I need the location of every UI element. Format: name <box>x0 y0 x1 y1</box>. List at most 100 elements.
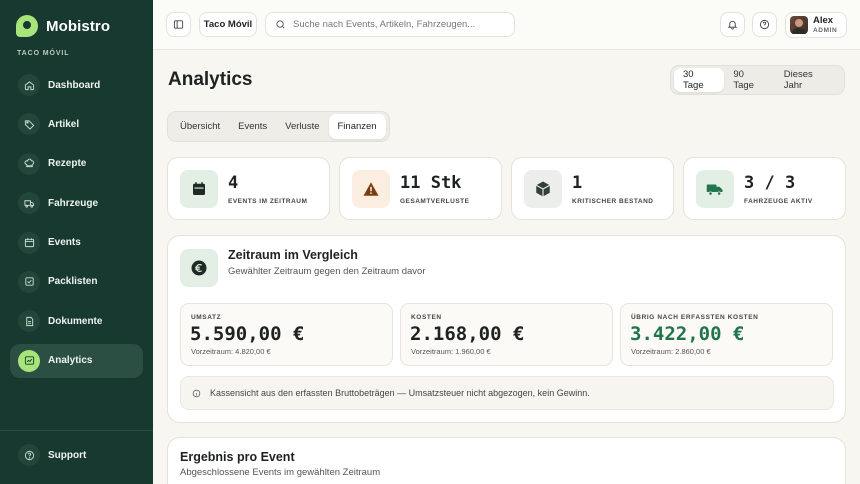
kpi-icon-box <box>524 170 562 208</box>
chef-icon <box>18 152 40 175</box>
kpi-label: EVENTS IM ZEITRAUM <box>228 198 308 205</box>
page-title: Analytics <box>168 69 253 90</box>
sidebar-item-events[interactable]: Events <box>10 226 143 260</box>
euro-icon <box>180 249 218 287</box>
metric-remaining: ÜBRIG NACH ERFASSTEN KOSTEN 3.422,00 € V… <box>620 303 833 366</box>
brand-name: Mobistro <box>46 17 111 35</box>
tab-finanzen[interactable]: Finanzen <box>328 114 386 139</box>
kpi-label: FAHRZEUGE AKTIV <box>744 198 813 205</box>
document-icon <box>18 310 40 333</box>
sidebar-item-label: Dashboard <box>48 79 101 91</box>
metric-previous: Vorzeitraum: 1.960,00 € <box>411 347 491 356</box>
home-icon <box>18 74 40 96</box>
notifications-button[interactable] <box>720 12 745 37</box>
sidebar-item-label: Packlisten <box>48 276 98 288</box>
truck-icon <box>18 192 40 215</box>
sidebar-item-analytics[interactable]: Analytics <box>10 343 143 378</box>
truck-icon <box>706 184 723 196</box>
metric-revenue: UMSATZ 5.590,00 € Vorzeitraum: 4.820,00 … <box>180 303 393 366</box>
search-box[interactable] <box>265 12 515 37</box>
kpi-value: 1 <box>572 173 583 193</box>
org-switcher-button[interactable]: Taco Móvil <box>199 12 257 37</box>
kpi-icon-box <box>352 170 390 208</box>
user-name: Alex <box>813 14 834 26</box>
user-role: ADMIN <box>813 26 838 34</box>
sidebar-item-rezepte[interactable]: Rezepte <box>10 147 143 181</box>
user-menu[interactable]: Alex ADMIN <box>785 12 847 38</box>
search-input[interactable] <box>293 19 503 30</box>
sidebar-divider <box>0 430 153 431</box>
support-label: Support <box>48 449 87 461</box>
kpi-card-vehicles: 3 / 3 FAHRZEUGE AKTIV <box>683 157 846 220</box>
kpi-card-critical-stock: 1 KRITISCHER BESTAND <box>511 157 674 220</box>
search-icon <box>276 20 285 29</box>
sidebar-item-label: Rezepte <box>48 158 87 170</box>
kpi-value: 4 <box>228 173 239 193</box>
sidebar-item-label: Fahrzeuge <box>48 197 99 209</box>
checklist-icon <box>18 270 40 293</box>
topbar: Taco Móvil Alex ADMIN <box>153 0 860 50</box>
metric-value: 2.168,00 € <box>410 323 525 345</box>
sidebar-item-packlisten[interactable]: Packlisten <box>10 265 143 299</box>
sidebar-item-fahrzeuge[interactable]: Fahrzeuge <box>10 186 143 220</box>
metric-costs: KOSTEN 2.168,00 € Vorzeitraum: 1.960,00 … <box>400 303 613 366</box>
range-option-30-days[interactable]: 30 Tage <box>674 68 725 92</box>
tab-verluste[interactable]: Verluste <box>276 114 328 139</box>
kpi-icon-box <box>180 170 218 208</box>
sidebar-item-label: Artikel <box>48 118 80 130</box>
sidebar-item-artikel[interactable]: Artikel <box>10 107 143 141</box>
results-title: Ergebnis pro Event <box>180 450 295 464</box>
note-text: Kassensicht aus den erfassten Bruttobetr… <box>210 388 590 398</box>
sidebar-item-label: Analytics <box>48 355 93 367</box>
warning-icon <box>363 182 379 196</box>
calendar-icon <box>18 231 40 254</box>
help-button[interactable] <box>752 12 777 37</box>
kpi-value: 3 / 3 <box>744 173 796 193</box>
cash-view-note: Kassensicht aus den erfassten Bruttobetr… <box>180 376 834 410</box>
help-icon <box>759 19 770 30</box>
metric-value: 3.422,00 € <box>630 323 745 345</box>
kpi-value: 11 Stk <box>400 173 462 193</box>
sidebar-item-dashboard[interactable]: Dashboard <box>10 68 143 102</box>
box-icon <box>535 181 551 197</box>
kpi-icon-box <box>696 170 734 208</box>
analytics-tabs: Übersicht Events Verluste Finanzen <box>167 111 390 142</box>
metric-previous: Vorzeitraum: 4.820,00 € <box>191 347 271 356</box>
tab-events[interactable]: Events <box>229 114 276 139</box>
kpi-label: GESAMTVERLUSTE <box>400 198 470 205</box>
chart-icon <box>18 349 40 372</box>
sidebar-item-label: Events <box>48 237 81 249</box>
metric-label: KOSTEN <box>411 314 442 321</box>
mobistro-logo-icon <box>16 15 38 37</box>
tab-uebersicht[interactable]: Übersicht <box>171 114 229 139</box>
sidebar-toggle-icon <box>173 20 184 29</box>
kpi-card-losses: 11 Stk GESAMTVERLUSTE <box>339 157 502 220</box>
results-subtitle: Abgeschlossene Events im gewählten Zeitr… <box>180 467 381 478</box>
brand[interactable]: Mobistro <box>16 15 110 37</box>
range-option-90-days[interactable]: 90 Tage <box>724 68 774 92</box>
calendar-icon <box>193 182 205 195</box>
sidebar-nav: Dashboard Artikel Rezepte Fahrzeuge Even… <box>10 68 143 383</box>
metric-label: ÜBRIG NACH ERFASSTEN KOSTEN <box>631 314 759 321</box>
help-icon <box>18 444 40 466</box>
toggle-sidebar-button[interactable] <box>166 12 191 37</box>
range-selector: 30 Tage 90 Tage Dieses Jahr <box>670 65 845 95</box>
bell-icon <box>727 20 738 30</box>
range-option-this-year[interactable]: Dieses Jahr <box>775 68 841 92</box>
period-comparison-card: Zeitraum im Vergleich Gewählter Zeitraum… <box>167 235 846 423</box>
kpi-card-events: 4 EVENTS IM ZEITRAUM <box>167 157 330 220</box>
results-per-event-card: Ergebnis pro Event Abgeschlossene Events… <box>167 437 846 484</box>
metric-label: UMSATZ <box>191 314 222 321</box>
sidebar-item-dokumente[interactable]: Dokumente <box>10 304 143 338</box>
sidebar: Mobistro TACO MÓVIL Dashboard Artikel Re… <box>0 0 153 484</box>
sidebar-item-label: Dokumente <box>48 315 103 327</box>
comparison-subtitle: Gewählter Zeitraum gegen den Zeitraum da… <box>228 266 426 277</box>
tag-icon <box>18 113 40 136</box>
kpi-label: KRITISCHER BESTAND <box>572 198 654 205</box>
avatar <box>790 16 808 34</box>
metric-value: 5.590,00 € <box>190 323 305 345</box>
comparison-title: Zeitraum im Vergleich <box>228 248 358 262</box>
user-info: Alex ADMIN <box>813 14 838 35</box>
sidebar-item-support[interactable]: Support <box>10 438 143 472</box>
metric-previous: Vorzeitraum: 2.860,00 € <box>631 347 711 356</box>
